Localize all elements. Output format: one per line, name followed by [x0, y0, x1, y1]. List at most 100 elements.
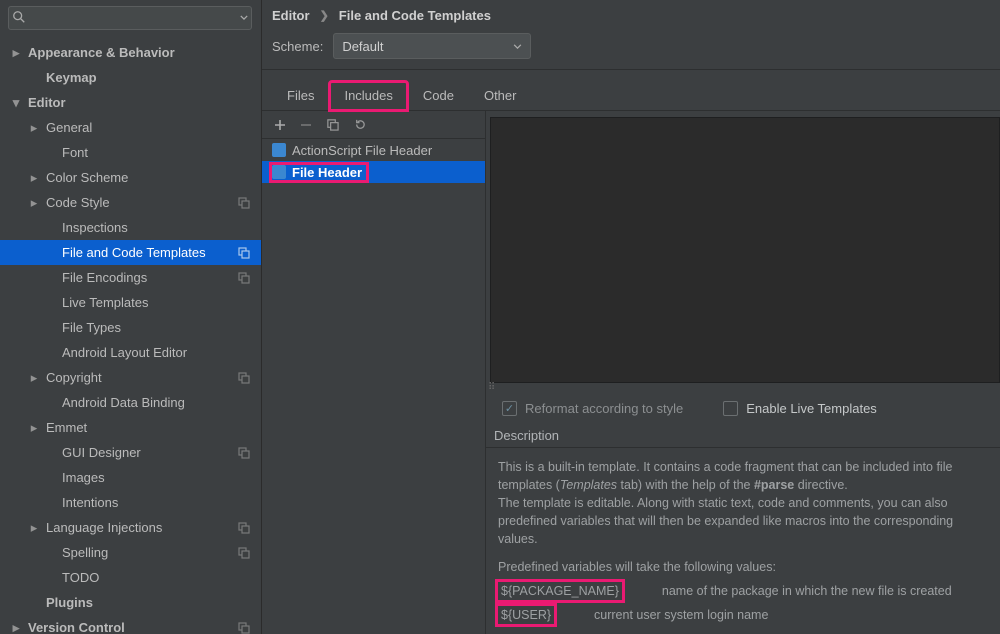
scope-icon [237, 446, 251, 460]
desc-p1b: tab) with the help of the [617, 478, 754, 492]
scope-icon [237, 271, 251, 285]
sidebar-item-code-style[interactable]: ▸ Code Style [0, 190, 261, 215]
tab-includes[interactable]: Includes [329, 81, 407, 111]
chevron-right-icon: ▸ [28, 420, 40, 436]
sidebar-item-gui-designer[interactable]: ▸GUI Designer [0, 440, 261, 465]
sidebar-item-font[interactable]: ▸Font [0, 140, 261, 165]
sidebar-item-label: Inspections [62, 220, 128, 235]
splitter-handle[interactable]: ⠿ [486, 383, 1000, 391]
sidebar-item-copyright[interactable]: ▸ Copyright [0, 365, 261, 390]
sidebar-item-keymap[interactable]: ▸Keymap [0, 65, 261, 90]
desc-bold: #parse [754, 478, 794, 492]
live-templates-checkbox[interactable]: Enable Live Templates [723, 401, 877, 416]
search-input[interactable] [8, 6, 252, 30]
file-icon [272, 143, 286, 157]
sidebar-item-emmet[interactable]: ▸ Emmet [0, 415, 261, 440]
sidebar-item-label: Live Templates [62, 295, 148, 310]
sidebar-item-spelling[interactable]: ▸Spelling [0, 540, 261, 565]
split-area: ActionScript File Header File Header ⠿ Re… [262, 111, 1000, 634]
sidebar-item-plugins[interactable]: ▸Plugins [0, 590, 261, 615]
sidebar-item-label: Appearance & Behavior [28, 45, 175, 60]
sidebar-item-android-layout-editor[interactable]: ▸Android Layout Editor [0, 340, 261, 365]
desc-p2: The template is editable. Along with sta… [498, 496, 953, 546]
scope-icon [237, 546, 251, 560]
template-item-actionscript-file-header[interactable]: ActionScript File Header [262, 139, 485, 161]
description-panel: This is a built-in template. It contains… [486, 447, 1000, 634]
sidebar-item-label: Emmet [46, 420, 87, 435]
scheme-row: Scheme: Default [262, 27, 1000, 69]
variables-table: ${PACKAGE_NAME} name of the package in wh… [498, 582, 990, 624]
sidebar-item-label: Intentions [62, 495, 118, 510]
template-list[interactable]: ActionScript File Header File Header [262, 139, 485, 634]
sidebar-item-label: TODO [62, 570, 99, 585]
sidebar-item-version-control[interactable]: ▸ Version Control [0, 615, 261, 634]
sidebar-item-android-data-binding[interactable]: ▸Android Data Binding [0, 390, 261, 415]
checkbox-icon [502, 401, 517, 416]
chevron-right-icon: ▸ [10, 620, 22, 634]
sidebar-item-editor[interactable]: ▾Editor [0, 90, 261, 115]
copy-button[interactable] [326, 118, 339, 131]
template-editor[interactable] [490, 117, 1000, 383]
sidebar-item-label: File and Code Templates [62, 245, 206, 260]
template-highlight: File Header [272, 165, 366, 180]
chevron-right-icon: ▸ [10, 45, 22, 61]
checkbox-icon [723, 401, 738, 416]
scheme-label: Scheme: [272, 39, 323, 54]
add-button[interactable] [274, 119, 286, 131]
templates-toolbar [262, 111, 485, 139]
variable-desc: name of the package in which the new fil… [662, 582, 952, 600]
variable-desc: current user system login name [594, 606, 768, 624]
sidebar-item-todo[interactable]: ▸TODO [0, 565, 261, 590]
template-item-file-header[interactable]: File Header [262, 161, 485, 183]
sidebar-item-file-types[interactable]: ▸File Types [0, 315, 261, 340]
chevron-right-icon: ▸ [28, 195, 40, 211]
tab-other[interactable]: Other [469, 81, 532, 111]
sidebar-item-label: General [46, 120, 92, 135]
sidebar-item-images[interactable]: ▸Images [0, 465, 261, 490]
sidebar-item-label: Plugins [46, 595, 93, 610]
variable-name: ${PACKAGE_NAME} [498, 582, 622, 600]
live-templates-label: Enable Live Templates [746, 401, 877, 416]
sidebar-item-label: GUI Designer [62, 445, 141, 460]
revert-button[interactable] [353, 118, 366, 131]
sidebar-item-inspections[interactable]: ▸Inspections [0, 215, 261, 240]
sidebar-item-general[interactable]: ▸General [0, 115, 261, 140]
breadcrumb-page: File and Code Templates [339, 8, 491, 23]
scheme-dropdown[interactable]: Default [333, 33, 531, 59]
chevron-right-icon: ▸ [28, 370, 40, 386]
sidebar-item-appearance-behavior[interactable]: ▸ Appearance & Behavior [0, 40, 261, 65]
sidebar-item-label: Copyright [46, 370, 102, 385]
template-label: File Header [292, 165, 362, 180]
sidebar-item-intentions[interactable]: ▸Intentions [0, 490, 261, 515]
scope-icon [237, 246, 251, 260]
sidebar-item-file-encodings[interactable]: ▸File Encodings [0, 265, 261, 290]
reformat-checkbox[interactable]: Reformat according to style [502, 401, 683, 416]
tab-code[interactable]: Code [408, 81, 469, 111]
sidebar-item-label: Version Control [28, 620, 125, 634]
variable-row: ${USER} current user system login name [498, 606, 990, 624]
desc-p1c: directive. [794, 478, 848, 492]
template-tabs: FilesIncludesCodeOther [262, 69, 1000, 111]
sidebar-item-label: Android Layout Editor [62, 345, 187, 360]
desc-em: Templates [560, 478, 617, 492]
sidebar-item-file-and-code-templates[interactable]: ▸File and Code Templates [0, 240, 261, 265]
chevron-down-icon [513, 44, 522, 49]
sidebar-item-label: File Encodings [62, 270, 147, 285]
chevron-down-icon[interactable] [240, 15, 248, 20]
sidebar-item-label: Code Style [46, 195, 110, 210]
reformat-label: Reformat according to style [525, 401, 683, 416]
scheme-value: Default [342, 39, 383, 54]
scope-icon [237, 521, 251, 535]
sidebar-item-color-scheme[interactable]: ▸Color Scheme [0, 165, 261, 190]
sidebar-item-label: Editor [28, 95, 66, 110]
sidebar-item-live-templates[interactable]: ▸Live Templates [0, 290, 261, 315]
settings-tree[interactable]: ▸Appearance & Behavior▸Keymap▾Editor▸Gen… [0, 38, 261, 634]
remove-button[interactable] [300, 119, 312, 131]
sidebar-item-language-injections[interactable]: ▸Language Injections [0, 515, 261, 540]
file-icon [272, 165, 286, 179]
search-row [0, 0, 261, 38]
variable-name: ${USER} [498, 606, 554, 624]
tab-files[interactable]: Files [272, 81, 329, 111]
scope-icon [237, 196, 251, 210]
editor-pane: ⠿ Reformat according to style Enable Liv… [486, 111, 1000, 634]
